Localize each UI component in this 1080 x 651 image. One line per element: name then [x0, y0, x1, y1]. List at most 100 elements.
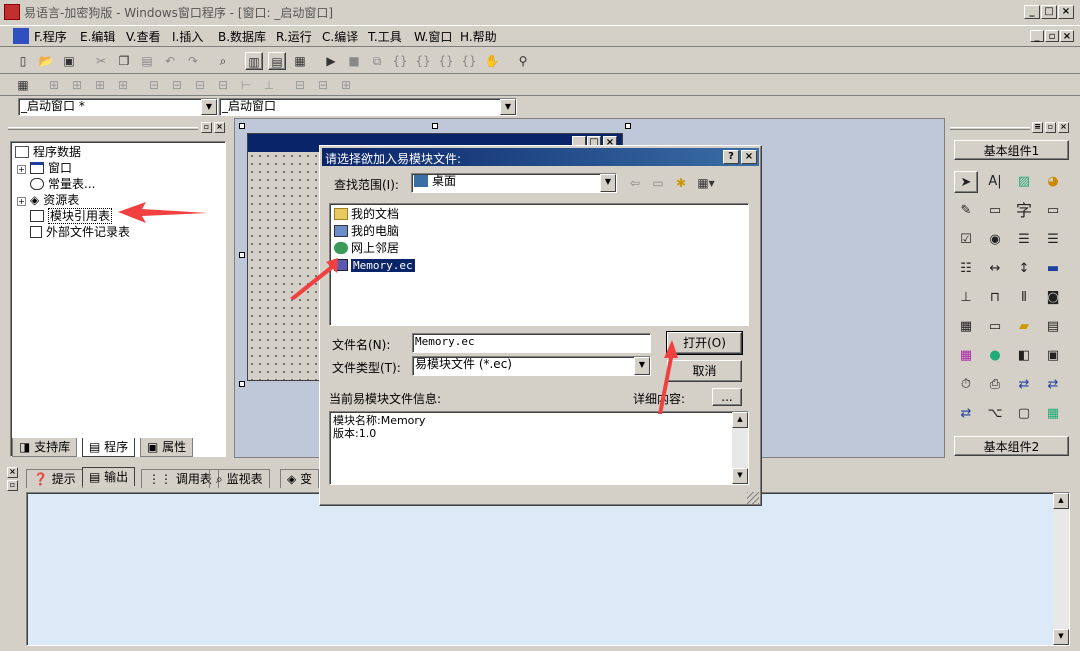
filetype-combo[interactable]: 易模块文件 (*.ec) ▼	[412, 356, 651, 376]
info-scroll-down-button[interactable]: ▼	[732, 468, 748, 484]
up-folder-icon[interactable]: ▭	[649, 174, 667, 192]
detail-button[interactable]: ...	[712, 388, 742, 406]
chevron-down-icon[interactable]: ▼	[201, 99, 217, 115]
selection-handle[interactable]	[239, 123, 245, 129]
resize-grip-icon[interactable]	[747, 492, 759, 504]
tab-properties[interactable]: ▣ 属性	[140, 438, 194, 457]
debug-1-icon[interactable]: ⧉	[368, 52, 386, 70]
tab-control-icon[interactable]: ⊓	[983, 287, 1007, 309]
same-width-icon[interactable]: ⊟	[191, 76, 209, 94]
panel-close-button[interactable]: ×	[214, 122, 225, 133]
tab-output[interactable]: ▤ 输出	[82, 467, 136, 486]
tab-variables[interactable]: ◈ 变	[280, 469, 320, 488]
back-icon[interactable]: ⇦	[626, 174, 644, 192]
socket-2-icon[interactable]: ⇄	[1041, 374, 1065, 396]
menu-window[interactable]: W.窗口	[414, 29, 452, 45]
selection-handle[interactable]	[625, 123, 631, 129]
menu-view[interactable]: V.查看	[126, 29, 161, 45]
stop-icon[interactable]: ■	[345, 52, 363, 70]
layout-3-icon[interactable]: ▦	[291, 52, 309, 70]
minus-box-icon[interactable]: ▭	[983, 316, 1007, 338]
chevron-down-icon[interactable]: ▼	[600, 174, 616, 192]
chevron-down-icon[interactable]: ▼	[634, 357, 650, 375]
component-group-1-button[interactable]: 基本组件1	[954, 140, 1069, 160]
tree-external-files[interactable]: 外部文件记录表	[30, 224, 130, 240]
timer-icon[interactable]: ⏱	[954, 374, 978, 396]
dialog-close-button[interactable]: ×	[741, 150, 757, 164]
tab-program[interactable]: ▤ 程序	[82, 438, 136, 457]
dir-icon[interactable]: ▰	[1012, 316, 1036, 338]
tab-support-lib[interactable]: ◨ 支持库	[12, 438, 78, 457]
info-scrollbar[interactable]: ▲ ▼	[732, 412, 748, 484]
component-panel-close-button[interactable]: ×	[1058, 122, 1069, 133]
image-box-icon[interactable]: ◙	[1041, 287, 1065, 309]
align-left-icon[interactable]: ⊞	[45, 76, 63, 94]
event-combo[interactable]: _启动窗口 ▼	[219, 98, 517, 116]
debug-2-icon[interactable]: {}	[391, 52, 409, 70]
port-icon[interactable]: ⌥	[983, 403, 1007, 425]
scroll-down-button[interactable]: ▼	[1053, 629, 1069, 645]
layout-1-icon[interactable]: ▥	[245, 52, 263, 70]
splitter-icon[interactable]: ⫴	[1012, 287, 1036, 309]
same-height-icon[interactable]: ⊟	[214, 76, 232, 94]
menu-run[interactable]: R.运行	[276, 29, 312, 45]
menu-database[interactable]: B.数据库	[218, 29, 266, 45]
file-box-icon[interactable]: ▤	[1041, 316, 1065, 338]
center-v-icon[interactable]: ⊟	[314, 76, 332, 94]
checkbox-icon[interactable]: ☑	[954, 229, 978, 251]
component-group-2-button[interactable]: 基本组件2	[954, 436, 1069, 456]
output-panel-close-button[interactable]: ×	[7, 467, 18, 478]
space-v-icon[interactable]: ⊥	[260, 76, 278, 94]
grid-box-icon[interactable]: ▦	[1041, 403, 1065, 425]
radio-icon[interactable]: ◉	[983, 229, 1007, 251]
file-list[interactable]: 我的文档 我的电脑 网上邻居 Memory.ec	[329, 203, 749, 326]
info-scroll-up-button[interactable]: ▲	[732, 412, 748, 428]
maximize-button[interactable]: □	[1041, 5, 1057, 19]
toolbar-icon[interactable]: ◧	[1012, 345, 1036, 367]
tree-root[interactable]: 程序数据	[15, 144, 81, 160]
undo-icon[interactable]: ↶	[161, 52, 179, 70]
form-icon[interactable]: ▦	[14, 76, 32, 94]
align-bottom-icon[interactable]: ⊟	[168, 76, 186, 94]
file-item-my-documents[interactable]: 我的文档	[334, 206, 399, 222]
selection-handle[interactable]	[239, 252, 245, 258]
layout-2-icon[interactable]: ▤	[268, 52, 286, 70]
combobox-icon[interactable]: ☰	[1041, 229, 1065, 251]
dialog-help-button[interactable]: ?	[723, 150, 739, 164]
lookin-combo[interactable]: 桌面 ▼	[411, 173, 617, 193]
tab-watch[interactable]: ⌕ 监视表	[209, 469, 270, 488]
label-icon[interactable]: A|	[983, 171, 1007, 193]
module-info-box[interactable]: 模块名称:Memory 版本:1.0 ▲ ▼	[329, 411, 749, 485]
button-icon[interactable]: ▭	[983, 200, 1007, 222]
debug-3-icon[interactable]: {}	[414, 52, 432, 70]
tree-constants[interactable]: 常量表...	[30, 176, 95, 192]
grid-icon[interactable]: ⊞	[337, 76, 355, 94]
menu-help[interactable]: H.帮助	[460, 29, 497, 45]
menu-insert[interactable]: I.插入	[172, 29, 203, 45]
output-panel-restore-button[interactable]: ▫	[7, 480, 18, 491]
mdi-minimize-button[interactable]: _	[1030, 30, 1044, 42]
debug-4-icon[interactable]: {}	[437, 52, 455, 70]
space-h-icon[interactable]: ⊢	[237, 76, 255, 94]
selection-handle[interactable]	[432, 123, 438, 129]
copy-icon[interactable]: ❐	[115, 52, 133, 70]
printer-icon[interactable]: ⎙	[983, 374, 1007, 396]
component-panel-menu-button[interactable]: ≡	[1032, 122, 1043, 133]
open-file-icon[interactable]: 📂	[37, 52, 55, 70]
menu-compile[interactable]: C.编译	[322, 29, 358, 45]
redo-icon[interactable]: ↷	[184, 52, 202, 70]
tab-call-stack[interactable]: ⋮⋮ 调用表	[141, 469, 219, 488]
scroll-up-button[interactable]: ▲	[1053, 493, 1069, 509]
minimize-button[interactable]: _	[1024, 5, 1040, 19]
run-icon[interactable]: ▶	[322, 52, 340, 70]
program-tree[interactable]: 程序数据 + 窗口 常量表... + ◈ 资源表 模块引用表 外部文件记录表	[10, 141, 226, 457]
network-icon[interactable]: ●	[983, 345, 1007, 367]
hand-icon[interactable]: ✋	[483, 52, 501, 70]
tab-hint[interactable]: ❓ 提示	[26, 469, 83, 488]
window-box-icon[interactable]: ▢	[1012, 403, 1036, 425]
socket-1-icon[interactable]: ⇄	[1012, 374, 1036, 396]
slider-icon[interactable]: ⊥	[954, 287, 978, 309]
socket-3-icon[interactable]: ⇄	[954, 403, 978, 425]
menu-edit[interactable]: E.编辑	[80, 29, 115, 45]
filename-input[interactable]: Memory.ec	[412, 333, 651, 353]
